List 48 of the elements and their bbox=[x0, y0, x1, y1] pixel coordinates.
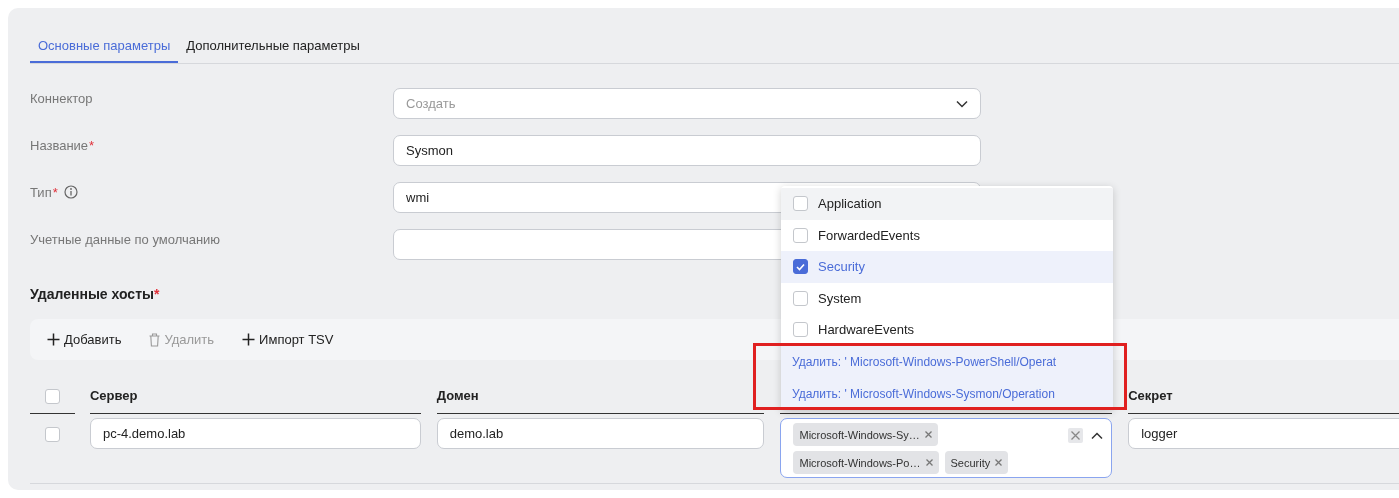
close-icon[interactable] bbox=[924, 431, 932, 438]
field-label: Тип bbox=[30, 185, 52, 200]
dropdown-option[interactable]: Application bbox=[781, 188, 1113, 220]
dropdown-option[interactable]: System bbox=[781, 282, 1113, 314]
chevron-up-icon[interactable] bbox=[1091, 431, 1104, 440]
option-checkbox[interactable] bbox=[793, 196, 808, 212]
remove-option[interactable]: Удалить: ' Microsoft-Windows-PowerShell/Operat bbox=[781, 345, 1113, 378]
dropdown-option[interactable]: ForwardedEvents bbox=[781, 219, 1113, 251]
select-all-checkbox[interactable] bbox=[45, 389, 60, 404]
multi-select[interactable]: Microsoft-Windows-Sy… Microsoft-Windows-Po… Security bbox=[780, 418, 1113, 478]
section-title: Удаленные хосты bbox=[30, 286, 154, 302]
dropdown-option[interactable]: HardwareEvents bbox=[781, 314, 1113, 346]
required-mark: * bbox=[52, 185, 58, 200]
plus-icon bbox=[47, 333, 60, 346]
trash-icon bbox=[149, 332, 161, 347]
field-label: Учетные данные по умолчанию bbox=[30, 232, 221, 247]
dropdown-option[interactable]: Security bbox=[781, 251, 1113, 283]
field-label: Коннектор bbox=[30, 91, 93, 106]
plus-icon bbox=[242, 333, 256, 346]
row-checkbox[interactable] bbox=[45, 427, 60, 442]
close-icon[interactable] bbox=[995, 459, 1003, 466]
info-icon[interactable] bbox=[63, 185, 78, 199]
close-icon[interactable] bbox=[925, 459, 933, 466]
chevron-down-icon bbox=[956, 99, 968, 108]
clear-button[interactable] bbox=[1068, 428, 1084, 443]
column-header: Сервер bbox=[89, 388, 138, 403]
option-checkbox[interactable] bbox=[793, 259, 808, 275]
server-input[interactable]: pc-4.demo.lab bbox=[89, 418, 421, 449]
required-mark: * bbox=[153, 286, 160, 302]
secret-input[interactable]: logger bbox=[1128, 418, 1399, 449]
check-icon bbox=[796, 262, 805, 271]
toolbar-button[interactable]: Добавить bbox=[47, 332, 122, 347]
tab[interactable]: Дополнительные параметры bbox=[178, 30, 368, 63]
tag[interactable]: Microsoft-Windows-Po… bbox=[793, 451, 939, 474]
option-checkbox[interactable] bbox=[793, 322, 808, 338]
column-header: Домен bbox=[436, 388, 479, 403]
tag[interactable]: Microsoft-Windows-Sy… bbox=[793, 423, 938, 446]
column-header: Секрет bbox=[1128, 388, 1173, 403]
required-mark: * bbox=[89, 138, 95, 153]
text-input[interactable]: Sysmon bbox=[393, 135, 981, 166]
option-checkbox[interactable] bbox=[793, 227, 808, 243]
tag[interactable]: Security bbox=[944, 451, 1009, 474]
close-icon bbox=[1071, 431, 1081, 440]
domain-input[interactable]: demo.lab bbox=[436, 418, 765, 449]
tab[interactable]: Основные параметры bbox=[30, 30, 179, 63]
field-label: Название bbox=[30, 138, 89, 153]
toolbar-button[interactable]: Импорт TSV bbox=[242, 332, 334, 347]
option-checkbox[interactable] bbox=[793, 290, 808, 306]
